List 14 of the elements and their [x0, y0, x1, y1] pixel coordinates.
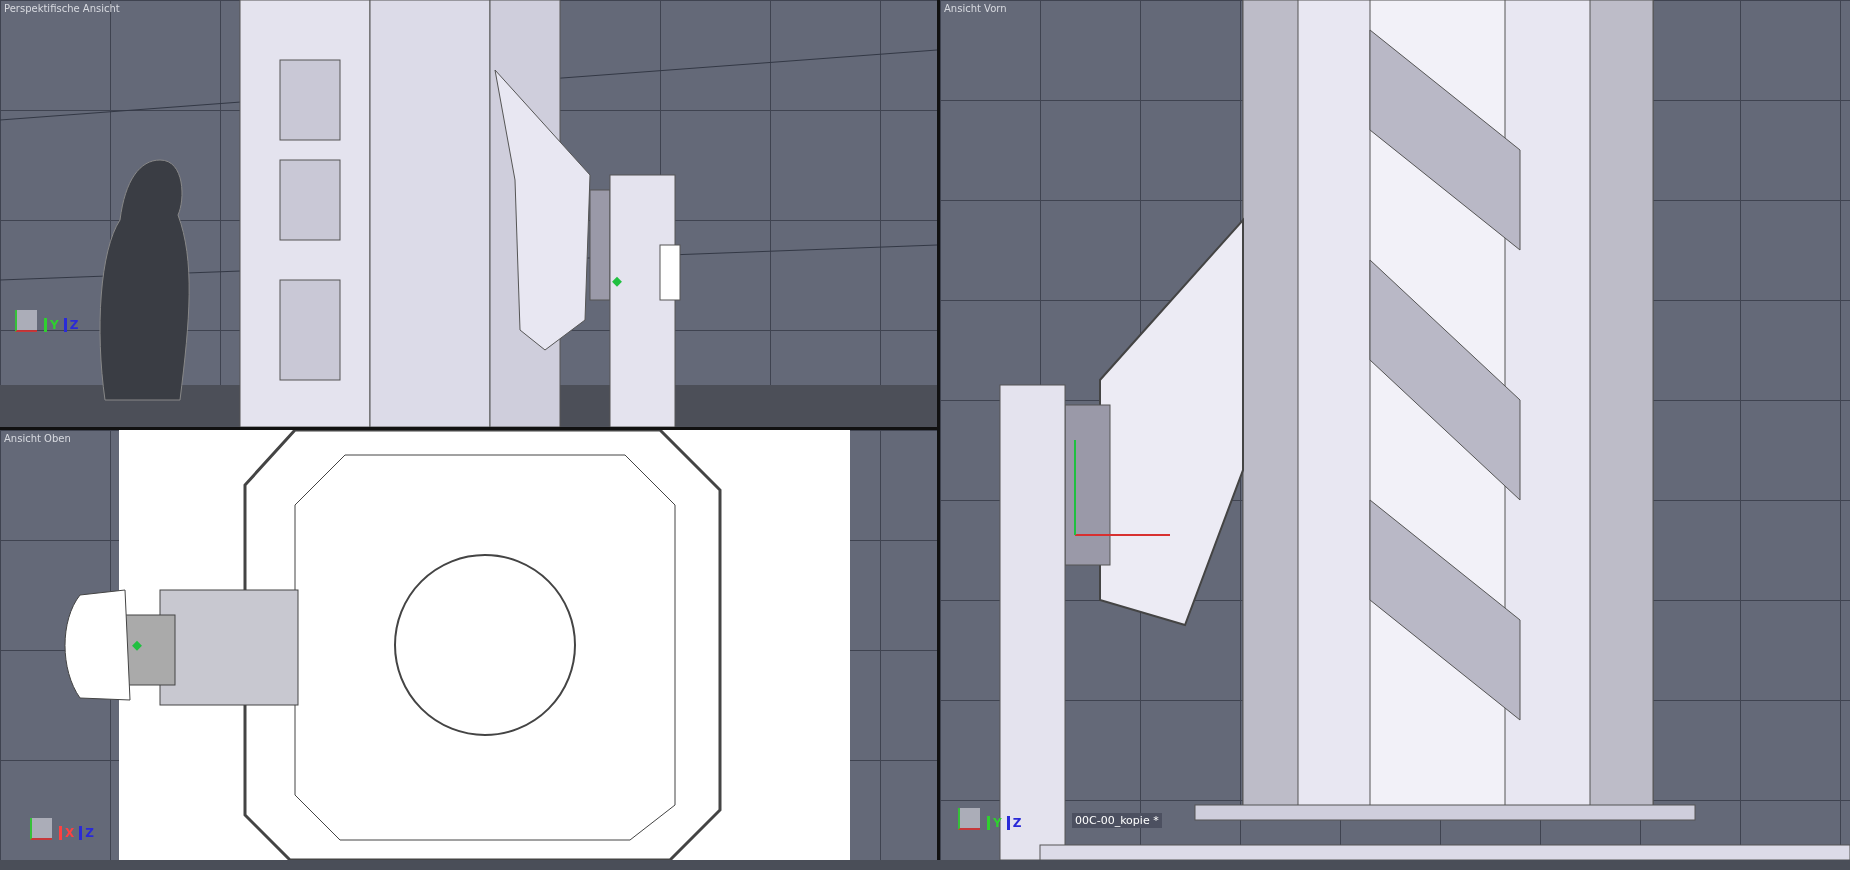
viewport-title: Ansicht Vorn: [944, 3, 1007, 14]
axis-gizmo-icon: [30, 818, 52, 840]
object-name: 00C-00_kopie *: [1072, 813, 1162, 828]
axis-label: Y: [50, 318, 59, 332]
axis-label: Z: [85, 826, 94, 840]
axis-label: Z: [1012, 816, 1022, 830]
axis-label: Z: [69, 318, 79, 332]
viewport-panel[interactable]: Perspektifische Ansicht Y Z: [0, 0, 937, 427]
viewport-title: Perspektifische Ansicht: [4, 3, 120, 14]
axis-gizmo-icon: [958, 808, 980, 830]
viewport-panel[interactable]: Ansicht Oben X Z: [0, 430, 937, 860]
viewport-title: Ansicht Oben: [4, 433, 71, 444]
axis-gizmo-icon: [15, 310, 37, 332]
axis-label: X: [65, 826, 75, 840]
